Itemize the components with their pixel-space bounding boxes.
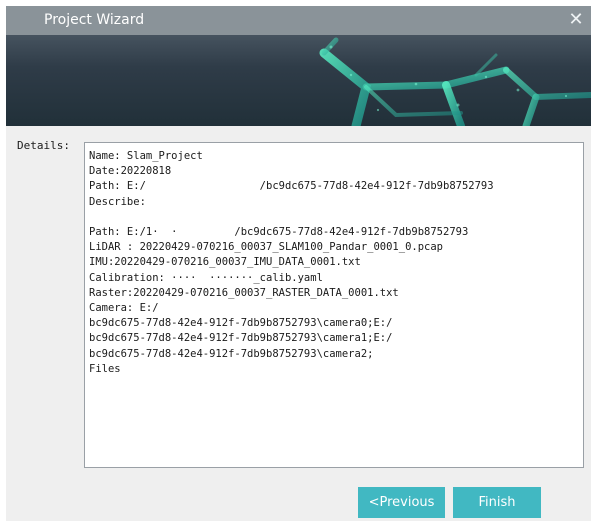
details-line: Path: E:/1· · /bc9dc675-77d8-42e4-912f-7… bbox=[89, 226, 469, 239]
finish-button[interactable]: Finish bbox=[453, 487, 541, 518]
details-line: Raster:20220429-070216_00037_RASTER_DATA… bbox=[89, 286, 399, 299]
details-line: Date:20220818 bbox=[89, 165, 172, 178]
details-line: Path: E:/ /bc9dc675-77d8-42e4-912f-7db9b… bbox=[89, 180, 494, 193]
details-line: Camera: E:/ bbox=[89, 302, 159, 315]
details-line: Calibration: ···· ·······_calib.yaml bbox=[89, 271, 323, 284]
window-title: Project Wizard bbox=[44, 12, 145, 28]
details-line: Name: Slam_Project bbox=[89, 150, 203, 162]
previous-button[interactable]: <Previous bbox=[358, 487, 445, 518]
details-line: LiDAR : 20220429-070216_00037_SLAM100_Pa… bbox=[89, 241, 444, 254]
details-line: bc9dc675-77d8-42e4-912f-7db9b8752793\cam… bbox=[89, 317, 393, 330]
close-icon[interactable]: ✕ bbox=[567, 9, 585, 29]
details-label: Details: bbox=[17, 139, 70, 152]
header-banner bbox=[6, 35, 591, 126]
details-line: Files bbox=[89, 362, 121, 375]
details-line: bc9dc675-77d8-42e4-912f-7db9b8752793\cam… bbox=[89, 347, 374, 360]
details-line bbox=[89, 210, 579, 225]
details-line: Describe: bbox=[89, 195, 146, 208]
project-wizard-dialog: Project Wizard ✕ Details: Name: Slam_Pro… bbox=[6, 6, 591, 521]
point-cloud-graphic bbox=[319, 37, 591, 126]
details-textbox[interactable]: Name: Slam_Project Date:20220818 Path: E… bbox=[84, 142, 584, 468]
title-bar[interactable]: Project Wizard ✕ bbox=[6, 6, 591, 35]
details-line: IMU:20220429-070216_00037_IMU_DATA_0001.… bbox=[89, 256, 361, 269]
details-line: bc9dc675-77d8-42e4-912f-7db9b8752793\cam… bbox=[89, 332, 393, 345]
